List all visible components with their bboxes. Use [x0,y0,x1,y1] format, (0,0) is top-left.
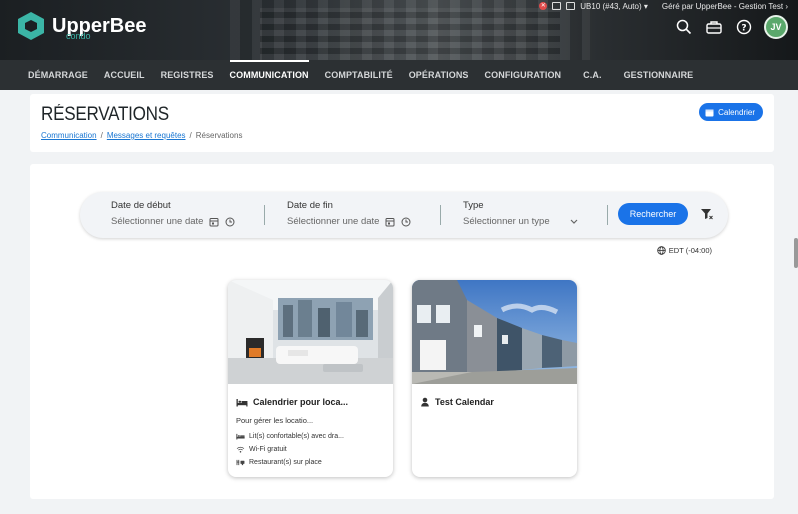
breadcrumb: Communication / Messages et requêtes / R… [41,131,242,140]
toolbox-icon[interactable] [704,17,724,37]
resource-image-townhouses [412,280,577,384]
search-button[interactable]: Rechercher [618,203,688,225]
resource-feature-label: Wi-Fi gratuit [249,446,287,453]
nav-item-comptabilite[interactable]: COMPTABILITÉ [325,60,393,90]
wifi-icon [236,446,245,453]
resource-title: Calendrier pour loca... [236,397,393,407]
resource-feature: Restaurant(s) sur place [236,459,393,466]
timezone-label: EDT (-04:00) [668,246,712,255]
top-status-line: ✕ UB10 (#43, Auto) ▾ Géré par UpperBee -… [539,1,788,11]
reservations-panel: Date de début Sélectionner une date Date… [30,164,774,499]
breadcrumb-messages[interactable]: Messages et requêtes [107,131,186,140]
restaurant-icon [236,459,245,466]
page-title: RÉSERVATIONS [41,104,169,125]
header-banner-overlay [260,8,560,60]
header-icons: ? JV [674,15,788,39]
resource-description: Pour gérer les locatio... [236,416,314,425]
help-icon[interactable]: ? [734,17,754,37]
chevron-down-icon[interactable] [568,218,580,226]
logo-subtext: condo [66,31,91,41]
search-icon[interactable] [674,17,694,37]
nav-item-gestionnaire[interactable]: GESTIONNAIRE [624,60,694,90]
resource-title: Test Calendar [420,397,577,407]
resource-card[interactable]: Calendrier pour loca... Pour gérer les l… [228,280,393,477]
app-logo[interactable]: UpperBee condo [18,12,146,41]
nav-item-demarrage[interactable]: DÉMARRAGE [28,60,88,90]
resource-name: Calendrier pour loca... [253,397,349,407]
start-date-input[interactable]: Sélectionner une date [111,216,203,227]
clear-filter-icon[interactable] [700,207,714,225]
building-icon [552,2,562,10]
nav-item-operations[interactable]: OPÉRATIONS [409,60,469,90]
type-select[interactable]: Sélectionner un type [463,216,550,227]
page-header-card: RÉSERVATIONS Communication / Messages et… [30,94,774,152]
breadcrumb-communication[interactable]: Communication [41,131,97,140]
app-header: UpperBee condo ✕ UB10 (#43, Auto) ▾ Géré… [0,0,798,60]
timezone-indicator[interactable]: EDT (-04:00) [657,246,712,255]
filter-divider [440,205,441,225]
calendar-icon [705,109,714,116]
calendar-button[interactable]: Calendrier [699,103,763,121]
main-nav: DÉMARRAGE ACCUEIL REGISTRES COMMUNICATIO… [0,60,798,90]
resource-feature: Lit(s) confortable(s) avec dra... [236,433,393,440]
nav-item-communication[interactable]: COMMUNICATION [229,60,309,90]
end-date-label: Date de fin [287,200,333,211]
building-selector[interactable]: UB10 (#43, Auto) ▾ [580,2,648,11]
calendar-icon[interactable] [385,217,395,227]
resource-image-living-room [228,280,393,384]
clock-icon[interactable] [401,217,411,227]
end-date-filter[interactable]: Date de fin Sélectionner une date [287,200,411,227]
resource-name: Test Calendar [435,397,494,407]
resource-feature-label: Restaurant(s) sur place [249,459,322,466]
person-icon [421,397,429,407]
start-date-filter[interactable]: Date de début Sélectionner une date [111,200,235,227]
resource-feature-label: Lit(s) confortable(s) avec dra... [249,433,344,440]
nav-item-registres[interactable]: REGISTRES [161,60,214,90]
end-date-input[interactable]: Sélectionner une date [287,216,379,227]
type-filter[interactable]: Type Sélectionner un type [463,200,580,227]
globe-icon [657,246,666,255]
bed-icon [236,398,248,406]
nav-item-ca[interactable]: C.A. [583,60,601,90]
breadcrumb-separator: / [189,131,192,140]
clock-icon[interactable] [225,217,235,227]
avatar[interactable]: JV [764,15,788,39]
bed-icon [236,433,245,440]
logo-icon [18,12,44,40]
nav-item-accueil[interactable]: ACCUEIL [104,60,145,90]
calendar-icon[interactable] [209,217,219,227]
resource-feature: Wi-Fi gratuit [236,446,393,453]
page-scrollbar[interactable] [794,238,798,268]
filter-divider [607,205,608,225]
breadcrumb-current: Réservations [195,131,243,140]
filter-divider [264,205,265,225]
alert-icon[interactable]: ✕ [539,2,548,10]
svg-text:?: ? [741,24,746,34]
breadcrumb-separator: / [100,131,103,140]
nav-item-configuration[interactable]: CONFIGURATION [485,60,562,90]
calendar-button-label: Calendrier [718,107,755,117]
resource-card[interactable]: Test Calendar [412,280,577,477]
lock-icon [566,2,576,10]
filter-bar: Date de début Sélectionner une date Date… [80,192,728,238]
type-label: Type [463,200,484,211]
start-date-label: Date de début [111,200,171,211]
managed-by-link[interactable]: Géré par UpperBee - Gestion Test › [662,2,788,11]
